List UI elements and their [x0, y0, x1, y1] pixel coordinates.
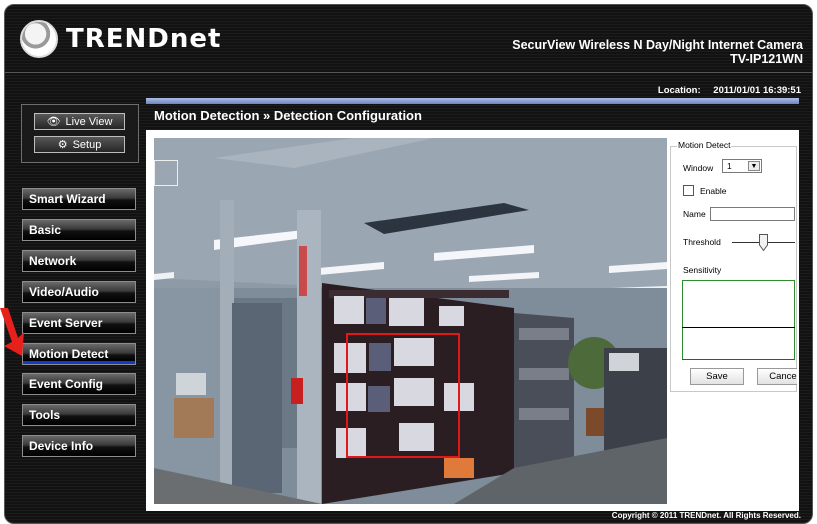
window-label: Window — [683, 163, 714, 173]
product-info: SecurView Wireless N Day/Night Internet … — [512, 38, 803, 66]
motion-detect-legend: Motion Detect — [677, 140, 732, 150]
window-select[interactable]: 1 ▼ — [722, 159, 762, 173]
cancel-button-clip: Cancel — [757, 368, 797, 385]
red-arrow-icon — [0, 308, 24, 356]
threshold-label: Threshold — [683, 237, 721, 247]
live-view-label: Live View — [65, 115, 113, 128]
menu-item-event-server[interactable]: Event Server — [22, 312, 136, 334]
eye-icon: 👁 — [46, 116, 61, 128]
menu-item-motion-detect[interactable]: Motion Detect — [22, 343, 136, 365]
location-bar: Location: 2011/01/01 16:39:51 — [658, 85, 801, 96]
product-name: SecurView Wireless N Day/Night Internet … — [512, 38, 803, 52]
view-switcher: 👁 Live View ⚙ Setup — [21, 104, 139, 163]
menu-item-tools[interactable]: Tools — [22, 404, 136, 426]
page-title: Motion Detection » Detection Configurati… — [154, 108, 422, 123]
menu-item-network[interactable]: Network — [22, 250, 136, 272]
title-bar-accent — [146, 98, 799, 104]
menu-item-video-audio[interactable]: Video/Audio — [22, 281, 136, 303]
location-label: Location: — [657, 85, 701, 96]
setup-label: Setup — [72, 138, 102, 151]
threshold-slider-thumb[interactable] — [759, 234, 768, 251]
live-view-button[interactable]: 👁 Live View — [34, 113, 125, 130]
chevron-down-icon: ▼ — [748, 161, 760, 171]
enable-label: Enable — [700, 186, 727, 196]
copyright: Copyright © 2011 TRENDnet. All Rights Re… — [611, 511, 801, 520]
logo-mark-icon — [20, 20, 58, 58]
name-input[interactable] — [710, 207, 795, 221]
sensitivity-graph — [682, 280, 795, 360]
window-select-value: 1 — [727, 161, 732, 171]
sensitivity-baseline — [682, 359, 795, 360]
save-button[interactable]: Save — [690, 368, 744, 385]
menu-item-event-config[interactable]: Event Config — [22, 373, 136, 395]
setup-button[interactable]: ⚙ Setup — [34, 136, 125, 153]
logo-text: TRENDnet — [66, 24, 222, 54]
gear-icon: ⚙ — [57, 139, 68, 151]
trendnet-logo: TRENDnet — [20, 20, 221, 58]
header-divider — [4, 72, 813, 73]
name-label: Name — [683, 209, 706, 219]
detection-window-marker[interactable] — [154, 160, 178, 186]
datetime-display: 2011/01/01 16:39:51 — [713, 85, 801, 96]
sensitivity-level-line — [682, 327, 795, 328]
menu-item-smart-wizard[interactable]: Smart Wizard — [22, 188, 136, 210]
sensitivity-label: Sensitivity — [683, 265, 722, 275]
menu-item-device-info[interactable]: Device Info — [22, 435, 136, 457]
cancel-button[interactable]: Cancel — [757, 368, 797, 385]
enable-checkbox[interactable] — [683, 185, 694, 196]
motion-detection-region[interactable] — [346, 333, 460, 458]
menu-item-basic[interactable]: Basic — [22, 219, 136, 241]
product-model: TV-IP121WN — [730, 52, 803, 66]
